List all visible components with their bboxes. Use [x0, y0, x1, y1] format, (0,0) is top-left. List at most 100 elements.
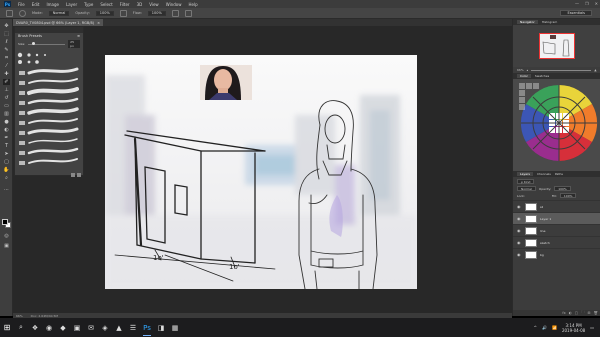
menu-image[interactable]: Image — [46, 2, 59, 7]
layer-kind-filter[interactable]: ρ Kind — [517, 179, 535, 184]
task-view-icon[interactable]: ❖ — [28, 318, 42, 337]
visibility-eye-icon[interactable]: ◉ — [517, 216, 522, 221]
stamp-tool-icon[interactable]: ⊥ — [3, 87, 10, 93]
mode-select[interactable]: Normal — [48, 10, 70, 16]
network-icon[interactable]: 📶 — [552, 325, 557, 330]
brush-size-slider[interactable] — [28, 42, 66, 45]
shape-tool-icon[interactable]: ▢ — [3, 159, 10, 165]
document-tab[interactable]: DVAR0_TV0804.psd @ 66% (Layer 1, RGB/8) … — [13, 19, 103, 26]
brush-tool-icon[interactable]: ✐ — [3, 79, 10, 85]
screen-mode-icon[interactable]: ▣ — [3, 243, 10, 249]
brush-size-value[interactable]: 25 px — [68, 40, 80, 48]
tab-histogram[interactable]: Histogram — [542, 20, 558, 24]
history-brush-tool-icon[interactable]: ↺ — [3, 95, 10, 101]
fill-field[interactable]: 100% — [559, 193, 577, 198]
layer-row[interactable]: ◉ line — [513, 224, 600, 236]
app-icon[interactable]: ☰ — [126, 318, 140, 337]
brush-size-knob[interactable] — [32, 42, 36, 45]
brush-preset-picker-icon[interactable] — [19, 9, 26, 17]
navigator-zoom-value[interactable]: 66% — [517, 68, 524, 72]
brush-tool-preset-icon[interactable] — [6, 9, 13, 17]
edit-toolbar-icon[interactable]: ⋯ — [3, 187, 10, 193]
healing-tool-icon[interactable]: ✚ — [3, 71, 10, 77]
menu-type[interactable]: Type — [84, 2, 93, 7]
menu-help[interactable]: Help — [188, 2, 197, 7]
status-zoom[interactable]: 66% — [16, 314, 23, 318]
new-layer-icon[interactable]: ⊞ — [588, 311, 591, 315]
app-icon[interactable]: ▣ — [70, 318, 84, 337]
marquee-tool-icon[interactable]: ⬚ — [3, 31, 10, 37]
layer-opacity-field[interactable]: 100% — [554, 186, 571, 191]
zoom-tool-icon[interactable]: ⌕ — [3, 175, 10, 181]
eyedropper-tool-icon[interactable]: ⁄ — [3, 63, 10, 69]
volume-icon[interactable]: 🔊 — [542, 325, 547, 330]
zoom-in-icon[interactable]: ▲ — [594, 68, 596, 72]
lasso-tool-icon[interactable]: ℓ — [3, 39, 10, 45]
type-tool-icon[interactable]: T — [3, 143, 10, 149]
panel-menu-icon[interactable]: ≡ — [77, 34, 80, 38]
navigator-preview[interactable] — [513, 25, 600, 67]
menu-select[interactable]: Select — [100, 2, 112, 7]
new-group-icon[interactable]: 🗀 — [581, 310, 585, 316]
adjustment-layer-icon[interactable]: ◐ — [569, 311, 572, 315]
layer-row[interactable]: ◉ bg — [513, 248, 600, 260]
quick-mask-icon[interactable]: ◎ — [3, 233, 10, 239]
delete-layer-icon[interactable]: 🗑 — [594, 311, 598, 315]
visibility-eye-icon[interactable]: ◉ — [517, 240, 522, 245]
app-icon[interactable]: ◈ — [98, 318, 112, 337]
blend-mode-select[interactable]: Normal — [517, 186, 536, 191]
chrome-icon[interactable]: ◉ — [42, 318, 56, 337]
gradient-tool-icon[interactable]: ▥ — [3, 111, 10, 117]
menu-window[interactable]: Window — [166, 2, 182, 7]
opacity-field[interactable]: 100% — [95, 10, 114, 16]
app-icon[interactable]: ▲ — [112, 318, 126, 337]
tray-overflow-icon[interactable]: ^ — [534, 325, 537, 330]
blur-tool-icon[interactable]: ● — [3, 119, 10, 125]
menu-file[interactable]: File — [18, 2, 25, 7]
navigator-zoom-slider[interactable] — [531, 69, 592, 71]
quick-select-tool-icon[interactable]: ✎ — [3, 47, 10, 53]
layer-row[interactable]: ◉ sil — [513, 200, 600, 212]
visibility-eye-icon[interactable]: ◉ — [517, 228, 522, 233]
zoom-out-icon[interactable]: ▴ — [527, 68, 529, 72]
photoshop-taskbar-icon[interactable]: Ps — [140, 318, 154, 337]
close-button[interactable]: ✕ — [595, 1, 598, 6]
eraser-tool-icon[interactable]: ▭ — [3, 103, 10, 109]
pen-tool-icon[interactable]: ✒ — [3, 135, 10, 141]
app-icon[interactable]: ▦ — [168, 318, 182, 337]
menu-3d[interactable]: 3D — [137, 2, 143, 7]
menu-edit[interactable]: Edit — [32, 2, 40, 7]
tab-channels[interactable]: Channels — [537, 172, 551, 176]
foreground-color-swatch[interactable] — [2, 219, 8, 225]
tab-color[interactable]: Color — [517, 74, 531, 78]
workspace-switcher[interactable]: Essentials — [560, 10, 592, 16]
minimize-button[interactable]: — — [575, 1, 579, 6]
navigator-thumbnail[interactable] — [538, 33, 575, 59]
dodge-tool-icon[interactable]: ◐ — [3, 127, 10, 133]
color-wheel-swatches[interactable] — [513, 79, 600, 171]
layer-row-selected[interactable]: ◉ Layer 1 — [513, 212, 600, 224]
hand-tool-icon[interactable]: ✋ — [3, 167, 10, 173]
brush-stroke-previews[interactable] — [15, 49, 85, 181]
search-icon[interactable]: ⌕ — [14, 318, 28, 337]
notifications-icon[interactable]: ▭ — [590, 325, 594, 330]
layer-effects-icon[interactable]: fx — [562, 311, 565, 315]
artwork-canvas[interactable]: 1o' 1o' — [105, 55, 417, 289]
tab-swatches[interactable]: Swatches — [535, 74, 549, 78]
path-select-tool-icon[interactable]: ➤ — [3, 151, 10, 157]
menu-filter[interactable]: Filter — [120, 2, 130, 7]
maximize-button[interactable]: ❐ — [585, 1, 589, 6]
crop-tool-icon[interactable]: ⌗ — [3, 55, 10, 61]
tab-paths[interactable]: Paths — [555, 172, 563, 176]
pressure-size-icon[interactable] — [184, 9, 192, 17]
flow-field[interactable]: 100% — [147, 10, 166, 16]
pressure-opacity-icon[interactable] — [119, 9, 127, 17]
layer-row[interactable]: ◉ sketch — [513, 236, 600, 248]
app-icon[interactable]: ◆ — [56, 318, 70, 337]
mail-icon[interactable]: ✉ — [84, 318, 98, 337]
close-tab-icon[interactable]: × — [97, 21, 100, 25]
menu-layer[interactable]: Layer — [66, 2, 77, 7]
visibility-eye-icon[interactable]: ◉ — [517, 252, 522, 257]
color-wheel-panel[interactable] — [513, 79, 600, 171]
visibility-eye-icon[interactable]: ◉ — [517, 204, 522, 209]
